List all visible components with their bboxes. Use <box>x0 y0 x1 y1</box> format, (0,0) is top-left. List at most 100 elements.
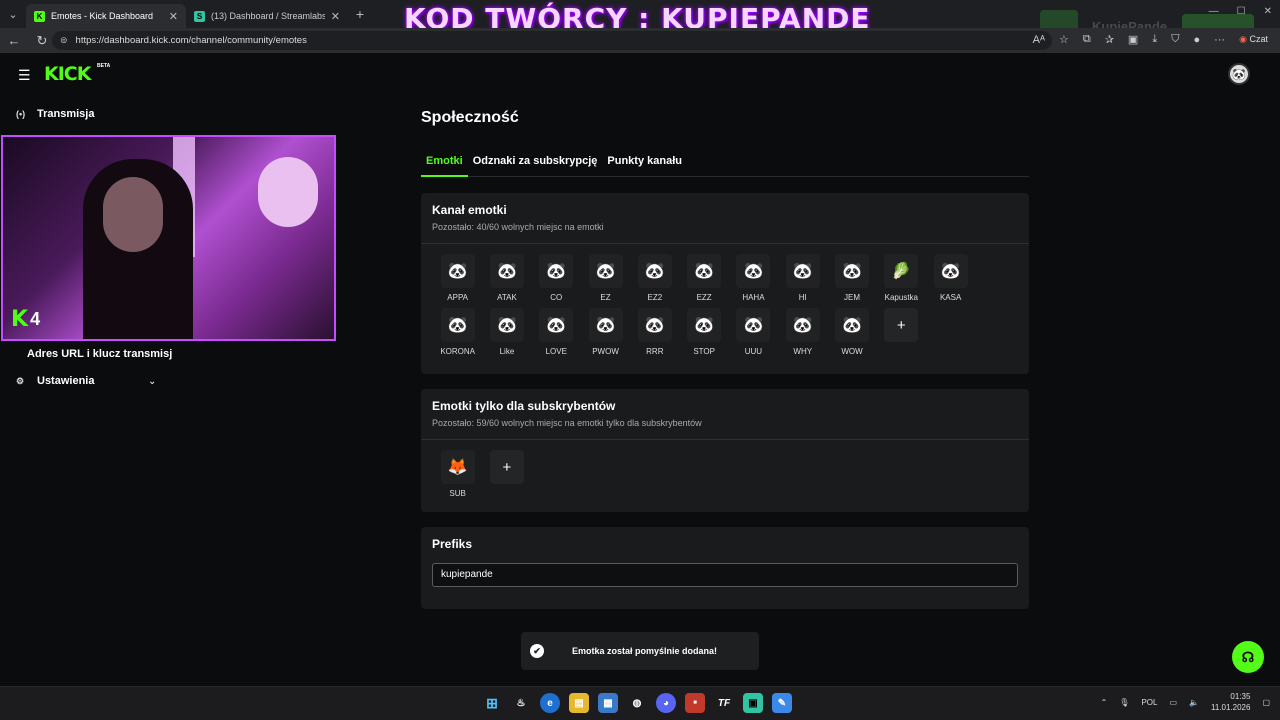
emote-item-co[interactable]: 🐼 CO <box>532 254 581 302</box>
taskbar-apps: ⊞ ♨ e ▤ ▦ ◍ ◕ ■ TF ▣ ✎ <box>482 693 792 713</box>
sidebar-item-stream-url-key[interactable]: Adres URL i klucz transmisj <box>27 348 172 360</box>
site-info-icon[interactable]: ⊜ <box>60 35 68 46</box>
emote-item-korona[interactable]: 🐼 KORONA <box>433 308 482 356</box>
address-bar: ← ↻ ⊜ https://dashboard.kick.com/channel… <box>0 28 1280 53</box>
emote-item-appa[interactable]: 🐼 APPA <box>433 254 482 302</box>
steam-icon[interactable]: ♨ <box>511 693 531 713</box>
kick-level-badge: K 4 <box>11 307 40 332</box>
emote-image: 🐼 <box>637 254 672 288</box>
emote-name: EZ <box>600 293 611 302</box>
kick-k-icon: K <box>11 307 29 332</box>
chat-label: Czat <box>1249 34 1268 44</box>
prefix-input[interactable]: kupiepande <box>432 563 1018 587</box>
emote-item-kasa[interactable]: 🐼 KASA <box>926 254 975 302</box>
emote-name: HAHA <box>742 293 765 302</box>
user-avatar[interactable]: 🐼 <box>1228 63 1250 85</box>
network-icon[interactable]: ▭ <box>1169 698 1177 707</box>
close-window-icon[interactable]: ✕ <box>1264 6 1272 17</box>
browser-tab-emotes[interactable]: K Emotes - Kick Dashboard ✕ <box>26 4 186 28</box>
emote-item-stop[interactable]: 🐼 STOP <box>679 308 728 356</box>
sidebar-item-ustawienia[interactable]: ⚙ Ustawienia <box>16 375 94 387</box>
discord-icon[interactable]: ◕ <box>656 693 676 713</box>
chevron-down-icon[interactable]: ⌄ <box>148 376 156 387</box>
emote-item-atak[interactable]: 🐼 ATAK <box>482 254 531 302</box>
panda-avatar-icon: 🐼 <box>1232 68 1246 81</box>
support-chat-button[interactable]: ☊ <box>1232 641 1264 673</box>
toast-message: Emotka został pomyślnie dodana! <box>572 646 718 656</box>
hamburger-menu-icon[interactable]: ☰ <box>18 67 31 84</box>
streamlabs-icon[interactable]: ▣ <box>743 693 763 713</box>
close-tab-icon[interactable]: ✕ <box>169 10 178 23</box>
kick-favicon-icon: K <box>34 10 45 22</box>
tab-channel-points[interactable]: Punkty kanału <box>602 153 687 177</box>
dashboard-topbar: ☰ KICK BETA 🐼 <box>0 53 1280 95</box>
emote-item-kapustka[interactable]: 🥬 Kapustka <box>877 254 926 302</box>
browser-tab-streamlabs[interactable]: S (13) Dashboard / Streamlabs ✕ <box>186 4 348 28</box>
extensions-icon[interactable]: ⧉ <box>1083 33 1091 46</box>
downloads-icon[interactable]: ⤓ <box>1152 33 1157 46</box>
back-icon[interactable]: ← <box>0 33 28 48</box>
tf-app-icon[interactable]: TF <box>714 693 734 713</box>
favorites-icon[interactable]: ✰ <box>1105 33 1114 46</box>
tab-sub-badges[interactable]: Odznaki za subskrypcję <box>468 153 603 177</box>
paint-app-icon[interactable]: ✎ <box>772 693 792 713</box>
webcam-overlay: K 4 <box>1 135 336 341</box>
app-red-icon[interactable]: ■ <box>685 693 705 713</box>
emote-item-uuu[interactable]: 🐼 UUU <box>729 308 778 356</box>
emote-name: RRR <box>646 347 664 356</box>
language-indicator[interactable]: POL <box>1141 698 1157 707</box>
emote-item-ez[interactable]: 🐼 EZ <box>581 254 630 302</box>
maximize-icon[interactable]: ☐ <box>1237 6 1246 17</box>
emote-item-rrr[interactable]: 🐼 RRR <box>630 308 679 356</box>
volume-icon[interactable]: 🔈 <box>1189 698 1199 707</box>
emote-name: CO <box>550 293 563 302</box>
url-field[interactable]: ⊜ https://dashboard.kick.com/channel/com… <box>52 31 1052 50</box>
emote-item-ezz[interactable]: 🐼 EZZ <box>679 254 728 302</box>
emote-item-wow[interactable]: 🐼 WOW <box>827 308 876 356</box>
add-emote-slot: + <box>482 450 531 498</box>
tray-chevron-icon[interactable]: ⌃ <box>1101 698 1108 707</box>
windows-app-icon[interactable]: ▦ <box>598 693 618 713</box>
emote-item-ez2[interactable]: 🐼 EZ2 <box>630 254 679 302</box>
file-explorer-icon[interactable]: ▤ <box>569 693 589 713</box>
emote-name: ATAK <box>497 293 517 302</box>
emote-item-love[interactable]: 🐼 LOVE <box>532 308 581 356</box>
sidebar-item-transmisja[interactable]: (•) Transmisja <box>16 108 94 120</box>
edge-icon[interactable]: e <box>540 693 560 713</box>
system-clock[interactable]: 01:35 11.01.2026 <box>1211 691 1250 713</box>
microphone-icon[interactable]: 🎙 <box>1119 698 1129 707</box>
streamlabs-favicon-icon: S <box>194 10 205 22</box>
minimize-icon[interactable]: — <box>1209 6 1219 17</box>
tab-list-chevron-icon[interactable]: ⌄ <box>0 0 26 28</box>
emote-item-why[interactable]: 🐼 WHY <box>778 308 827 356</box>
more-menu-icon[interactable]: ··· <box>1214 34 1225 46</box>
add-emote-button[interactable]: + <box>489 450 524 484</box>
emote-item-hi[interactable]: 🐼 HI <box>778 254 827 302</box>
collections-icon[interactable]: ▣ <box>1128 33 1138 46</box>
profile-icon[interactable]: ● <box>1193 34 1200 46</box>
copilot-chat-button[interactable]: ◉ Czat <box>1239 34 1268 45</box>
new-tab-icon[interactable]: + <box>348 6 372 22</box>
tab-emotki[interactable]: Emotki <box>421 153 468 177</box>
emote-item-haha[interactable]: 🐼 HAHA <box>729 254 778 302</box>
emote-item-jem[interactable]: 🐼 JEM <box>827 254 876 302</box>
system-tray: ⌃ 🎙 POL ▭ 🔈 01:35 11.01.2026 ▢ <box>1101 691 1270 713</box>
kick-logo[interactable]: KICK <box>44 63 91 85</box>
add-emote-button[interactable]: + <box>884 308 919 342</box>
notifications-icon[interactable]: ▢ <box>1262 698 1270 707</box>
emote-image: 🐼 <box>835 308 870 342</box>
emote-item-pwow[interactable]: 🐼 PWOW <box>581 308 630 356</box>
card-subtitle: Pozostało: 40/60 wolnych miejsc na emotk… <box>432 222 604 232</box>
read-aloud-icon[interactable]: Aᴬ <box>1033 34 1045 46</box>
close-tab-icon[interactable]: ✕ <box>331 10 340 23</box>
shield-icon[interactable]: ⛉ <box>1171 33 1179 46</box>
favorite-star-icon[interactable]: ☆ <box>1059 33 1069 46</box>
sidebar-item-label: Adres URL i klucz transmisj <box>27 348 173 360</box>
obs-icon[interactable]: ◍ <box>627 693 647 713</box>
emote-item-sub[interactable]: 🦊 SUB <box>433 450 482 498</box>
windows-taskbar: ⊞ ♨ e ▤ ▦ ◍ ◕ ■ TF ▣ ✎ ⌃ 🎙 POL ▭ 🔈 01:35… <box>0 686 1280 720</box>
webcam-plush <box>258 157 318 227</box>
emote-item-like[interactable]: 🐼 Like <box>482 308 531 356</box>
windows-start-icon[interactable]: ⊞ <box>482 693 502 713</box>
window-controls: — ☐ ✕ <box>1209 6 1272 17</box>
